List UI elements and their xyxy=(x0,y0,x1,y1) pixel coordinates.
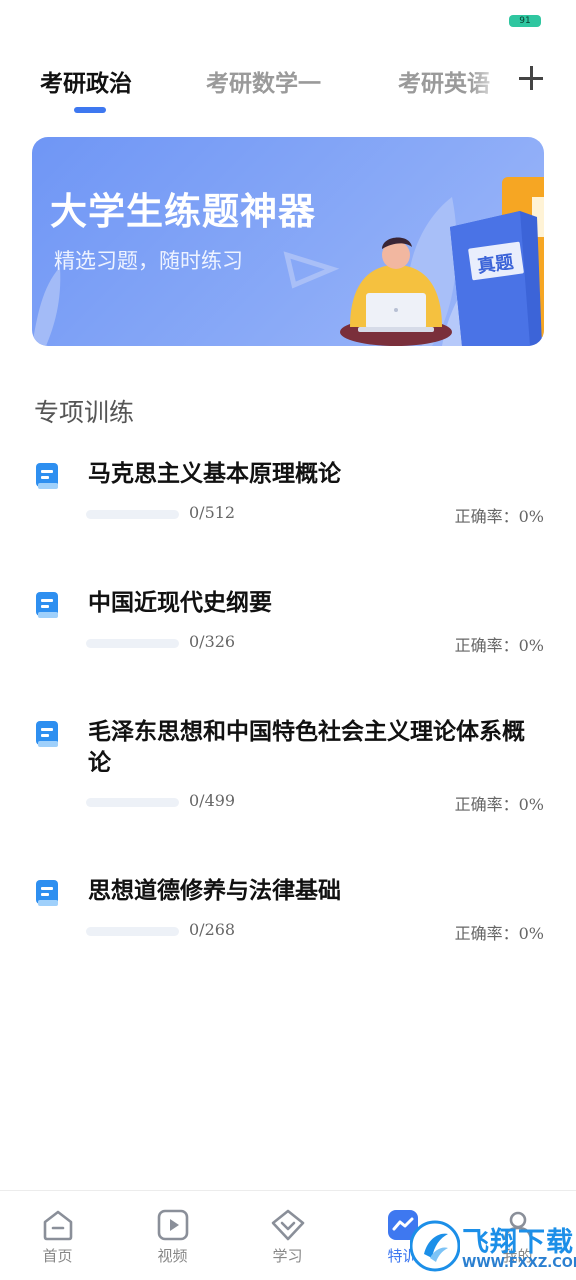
accuracy-label: 正确率： xyxy=(454,507,519,526)
watermark-url: WWW.FXXZ.COM xyxy=(462,1256,576,1271)
battery-level: 91 xyxy=(519,16,531,26)
accuracy-label: 正确率： xyxy=(454,795,519,814)
accuracy-stat: 正确率：0% xyxy=(455,503,544,527)
watermark-text: 飞翔下载 xyxy=(462,1227,574,1258)
battery-icon: 91 xyxy=(509,15,541,27)
accuracy-stat: 正确率：0% xyxy=(455,920,544,944)
book-icon xyxy=(36,463,58,489)
topic-title: 思想道德修养与法律基础 xyxy=(88,877,341,904)
progress-count: 0/268 xyxy=(189,920,236,939)
tab-math-one[interactable]: 考研数学一 xyxy=(206,64,321,98)
study-diamond-icon xyxy=(271,1209,305,1241)
status-bar: 91 xyxy=(0,0,576,40)
add-subject-button[interactable] xyxy=(514,58,548,98)
topic-title: 中国近现代史纲要 xyxy=(88,589,272,616)
active-tab-indicator xyxy=(74,107,106,113)
progress-bar xyxy=(86,639,179,648)
nav-label: 视频 xyxy=(157,1247,188,1265)
progress-count: 0/512 xyxy=(189,503,236,522)
banner-illustration: 真题 xyxy=(32,177,544,346)
accuracy-value: 0% xyxy=(518,924,544,943)
book-icon xyxy=(36,880,58,906)
site-watermark: 飞翔下载 WWW.FXXZ.COM xyxy=(410,1212,576,1280)
accuracy-value: 0% xyxy=(518,507,544,526)
accuracy-label: 正确率： xyxy=(454,636,519,655)
nav-study[interactable]: 学习 xyxy=(230,1191,345,1280)
progress-bar xyxy=(86,927,179,936)
home-icon xyxy=(43,1210,73,1241)
watermark-logo-icon xyxy=(410,1220,460,1272)
topic-title: 毛泽东思想和中国特色社会主义理论体系概论 xyxy=(88,718,525,776)
nav-video[interactable]: 视频 xyxy=(115,1191,230,1280)
plus-icon-vertical xyxy=(529,66,533,90)
accuracy-label: 正确率： xyxy=(454,924,519,943)
accuracy-stat: 正确率：0% xyxy=(455,791,544,815)
topic-title: 马克思主义基本原理概论 xyxy=(88,460,341,487)
banner-title: 大学生练题神器 xyxy=(50,190,316,233)
book-icon xyxy=(36,721,58,747)
banner-subtitle: 精选习题，随时练习 xyxy=(54,249,243,273)
progress-count: 0/326 xyxy=(189,632,236,651)
nav-label: 学习 xyxy=(272,1247,303,1265)
promo-banner[interactable]: 真题 大学生练题神器 精选习题，随时练习 xyxy=(32,137,544,346)
progress-bar xyxy=(86,510,179,519)
video-play-icon xyxy=(157,1209,189,1241)
accuracy-value: 0% xyxy=(518,795,544,814)
subject-tabs: 考研政治 考研数学一 考研英语 xyxy=(0,56,576,120)
tab-fade-overlay xyxy=(470,56,506,106)
book-icon xyxy=(36,592,58,618)
progress-bar xyxy=(86,798,179,807)
accuracy-value: 0% xyxy=(518,636,544,655)
accuracy-stat: 正确率：0% xyxy=(455,632,544,656)
nav-label: 首页 xyxy=(42,1247,73,1265)
section-title: 专项训练 xyxy=(34,398,135,427)
progress-count: 0/499 xyxy=(189,791,236,810)
nav-home[interactable]: 首页 xyxy=(0,1191,115,1280)
tab-politics[interactable]: 考研政治 xyxy=(40,64,132,98)
